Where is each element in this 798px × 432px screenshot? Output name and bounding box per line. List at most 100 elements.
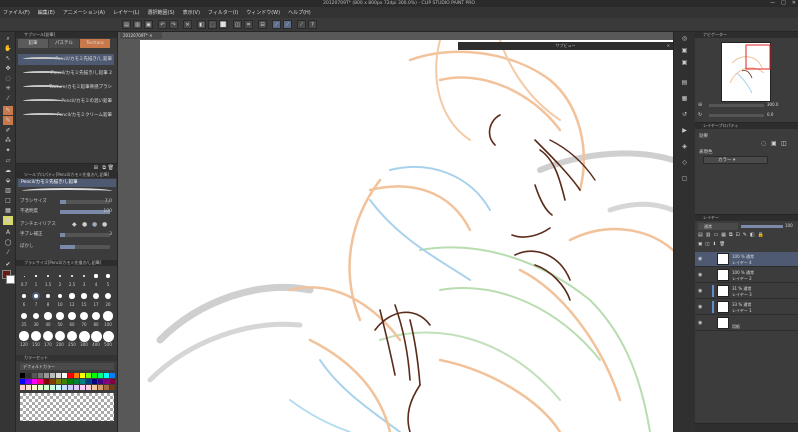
brush-size-dot[interactable]: [44, 312, 52, 320]
color-swatch[interactable]: [20, 385, 25, 390]
color-swatch[interactable]: [92, 385, 97, 390]
lock-icon[interactable]: ⟋: [297, 20, 306, 29]
decoration-icon[interactable]: ✦: [3, 146, 13, 155]
lock-transparent-icon[interactable]: ▦: [721, 232, 726, 240]
copy-subtool-icon[interactable]: ⧉: [102, 165, 106, 171]
menu-item[interactable]: フィルター(I): [208, 9, 238, 16]
menu-item[interactable]: ファイル(F): [3, 9, 30, 16]
brush-size-dot[interactable]: [33, 293, 39, 299]
color-swatch[interactable]: [56, 385, 61, 390]
frame-icon[interactable]: ▦: [3, 206, 13, 215]
new-folder-icon[interactable]: ▭: [713, 232, 718, 240]
visibility-eye-icon[interactable]: ◉: [698, 320, 702, 326]
effect-icon[interactable]: ▣: [771, 140, 777, 147]
rotate-slider[interactable]: [709, 114, 764, 117]
color-swatch[interactable]: [32, 385, 37, 390]
lasso-tool-icon[interactable]: ◌: [3, 74, 13, 83]
tab-color-set[interactable]: カラーセット: [24, 355, 48, 360]
menu-item[interactable]: ウィンドウ(W): [246, 9, 280, 16]
brush-size-dot[interactable]: [20, 312, 28, 320]
ref-layer-icon[interactable]: ⊡: [736, 232, 740, 240]
subtool-item[interactable]: Pencil/カモミクリーム鉛筆: [18, 110, 114, 121]
crop-icon[interactable]: ⌗: [244, 20, 253, 29]
color-swatch[interactable]: [38, 379, 43, 384]
menu-item[interactable]: アニメーション(A): [63, 9, 105, 16]
layer-row[interactable]: ◉ 31 % 通常 レイヤー 3: [695, 284, 798, 299]
open-file-icon[interactable]: ▥: [133, 20, 142, 29]
color-swatch[interactable]: [92, 373, 97, 378]
material-icon[interactable]: ◇: [679, 158, 690, 167]
material-icon[interactable]: ▣: [679, 58, 690, 67]
brush-size-row[interactable]: ブラシサイズ 7.0: [20, 199, 116, 205]
color-swatch[interactable]: [92, 379, 97, 384]
zoom-out-icon[interactable]: ⊖: [698, 102, 706, 109]
history-icon[interactable]: ↺: [679, 110, 690, 119]
ruler-icon[interactable]: ▣: [698, 242, 702, 248]
color-swatch[interactable]: [98, 385, 103, 390]
effect-icon[interactable]: ◫: [781, 140, 787, 147]
snap-special-ruler-icon[interactable]: ⟋: [272, 20, 281, 29]
visibility-eye-icon[interactable]: ◉: [698, 304, 702, 310]
brush-size-dot[interactable]: [70, 274, 74, 278]
redo-icon[interactable]: ↷: [169, 20, 178, 29]
minimize-button[interactable]: —: [770, 0, 775, 7]
brush-size-dot[interactable]: [32, 312, 40, 320]
brush-size-dot[interactable]: [31, 331, 41, 341]
color-swatch[interactable]: [104, 379, 109, 384]
snap-ruler-icon[interactable]: ⊟: [258, 20, 267, 29]
visibility-eye-icon[interactable]: ◉: [698, 288, 702, 294]
visibility-eye-icon[interactable]: ◉: [698, 272, 702, 278]
eyedropper-icon[interactable]: ⁄: [3, 94, 13, 103]
layer-row[interactable]: ◉ 100 % 通常 レイヤー 2: [695, 268, 798, 283]
menu-item[interactable]: 選択範囲(S): [148, 9, 175, 16]
delete-subtool-icon[interactable]: 🗑: [108, 165, 114, 171]
object-tool-icon[interactable]: ↖: [3, 54, 13, 63]
color-swatch[interactable]: [74, 373, 79, 378]
rotate-icon[interactable]: ↻: [698, 112, 706, 119]
menu-item[interactable]: レイヤー(L): [113, 9, 140, 16]
brush-size-dot[interactable]: [103, 311, 113, 321]
color-swatch[interactable]: [110, 373, 115, 378]
color-swatch[interactable]: [38, 385, 43, 390]
color-swatch[interactable]: [74, 379, 79, 384]
transform-icon[interactable]: ⬚: [208, 20, 217, 29]
blur-row[interactable]: ぼかし: [20, 244, 116, 250]
color-swatch[interactable]: [104, 385, 109, 390]
info-icon[interactable]: ▦: [679, 94, 690, 103]
layer-row[interactable]: ◉ 33 % 通常 レイヤー 1: [695, 300, 798, 315]
expression-color-select[interactable]: カラー ▾: [703, 156, 768, 164]
color-swatch[interactable]: [104, 373, 109, 378]
correct-icon[interactable]: ✔: [3, 260, 13, 269]
color-swatch[interactable]: [68, 373, 73, 378]
blend-icon[interactable]: ☁: [3, 166, 13, 175]
balloon-icon[interactable]: ◯: [3, 238, 13, 247]
material-icon[interactable]: ▣: [679, 46, 690, 55]
close-preview-icon[interactable]: ✕: [667, 42, 670, 50]
new-layer-icon[interactable]: ▤: [698, 232, 703, 240]
zoom-tool-icon[interactable]: ⌕: [3, 34, 13, 43]
line-correct-icon[interactable]: ⁄: [3, 248, 13, 257]
mask-icon[interactable]: ◧: [750, 232, 755, 240]
pen-tool-icon[interactable]: ✎: [3, 106, 13, 115]
maximize-button[interactable]: □: [781, 0, 786, 7]
brush-size-dot[interactable]: [90, 330, 102, 342]
color-swatch[interactable]: [38, 373, 43, 378]
add-subtool-icon[interactable]: ⊞: [94, 165, 98, 171]
antialias-none-icon[interactable]: ◆: [72, 222, 77, 228]
move-tool-icon[interactable]: ✥: [3, 64, 13, 73]
brush-size-dot[interactable]: [56, 312, 64, 320]
color-swatch[interactable]: [80, 385, 85, 390]
clip-icon[interactable]: ⧉: [729, 232, 733, 240]
color-swatch[interactable]: [86, 373, 91, 378]
color-swatch[interactable]: [50, 373, 55, 378]
material-icon[interactable]: ◈: [679, 142, 690, 151]
fill-icon[interactable]: ◧: [197, 20, 206, 29]
magic-wand-icon[interactable]: ✳: [3, 84, 13, 93]
blur-slider[interactable]: [60, 245, 110, 249]
color-set-select[interactable]: デフォルトカラー: [20, 363, 114, 370]
eraser-icon[interactable]: ▱: [3, 156, 13, 165]
antialias-weak-icon[interactable]: ●: [82, 222, 87, 228]
antialias-strong-icon[interactable]: ●: [102, 222, 107, 228]
auto-action-icon[interactable]: ▶: [679, 126, 690, 135]
close-button[interactable]: ✕: [792, 0, 796, 7]
